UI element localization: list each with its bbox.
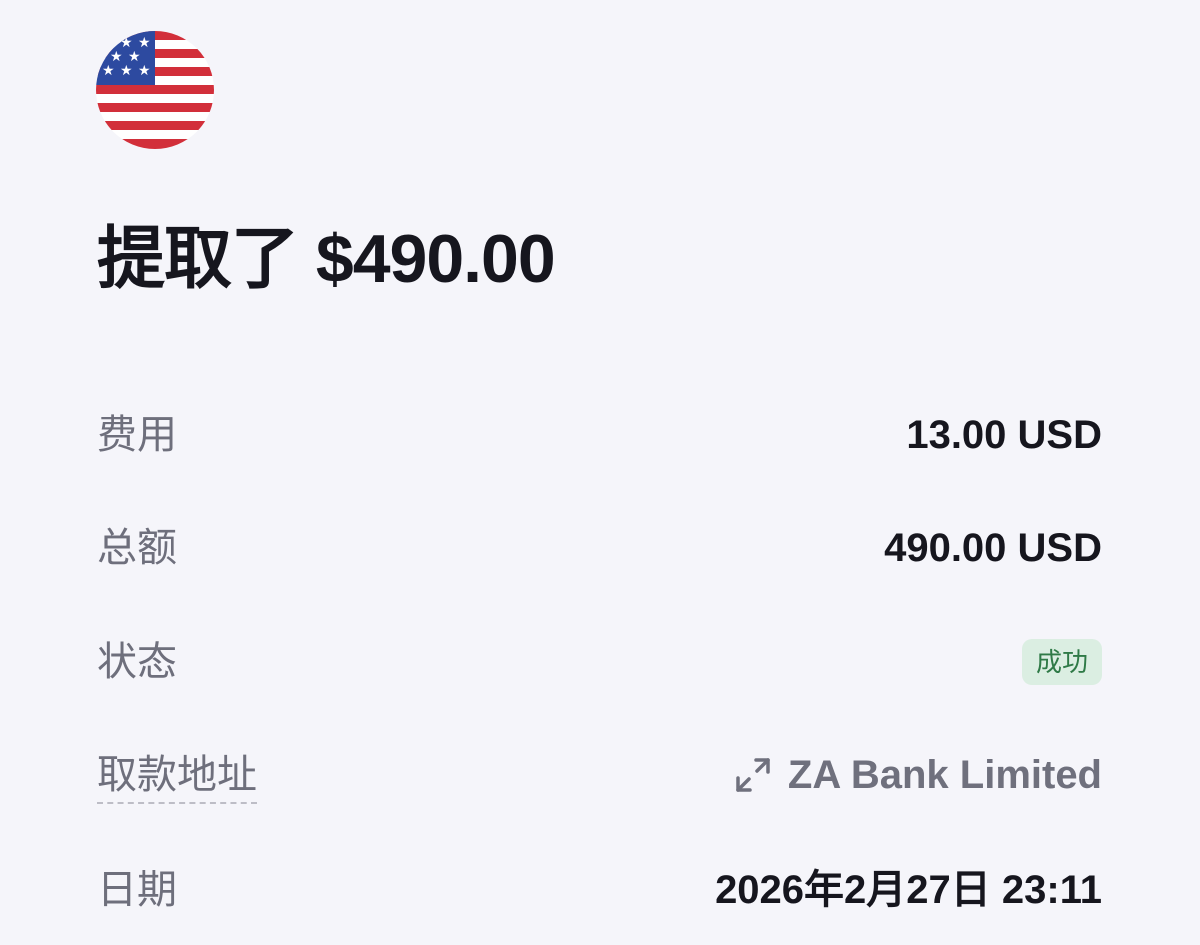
fee-label: 费用	[97, 413, 177, 457]
svg-text:★: ★	[120, 63, 133, 79]
address-link[interactable]: ZA Bank Limited	[734, 753, 1102, 798]
fee-value: 13.00 USD	[906, 413, 1102, 457]
svg-text:★: ★	[102, 35, 115, 51]
svg-text:★: ★	[102, 63, 115, 79]
fee-row: 费用 13.00 USD	[97, 400, 1102, 470]
status-label: 状态	[97, 640, 177, 684]
date-row: 日期 2026年2月27日 23:11	[97, 855, 1102, 925]
status-row: 状态 成功	[97, 627, 1102, 697]
total-row: 总额 490.00 USD	[97, 513, 1102, 583]
total-value: 490.00 USD	[884, 526, 1102, 570]
address-row: 取款地址 ZA Bank Limited	[97, 740, 1102, 810]
address-value: ZA Bank Limited	[787, 752, 1102, 797]
svg-text:★: ★	[138, 63, 151, 79]
page-title: 提取了 $490.00	[97, 221, 556, 297]
us-flag-icon: ★ ★ ★ ★ ★ ★ ★ ★	[96, 31, 214, 149]
total-label: 总额	[97, 526, 177, 570]
status-badge: 成功	[1021, 639, 1102, 685]
date-value: 2026年2月27日 23:11	[715, 868, 1102, 912]
expand-icon	[736, 758, 770, 792]
address-label[interactable]: 取款地址	[97, 750, 257, 800]
date-label: 日期	[97, 868, 177, 912]
